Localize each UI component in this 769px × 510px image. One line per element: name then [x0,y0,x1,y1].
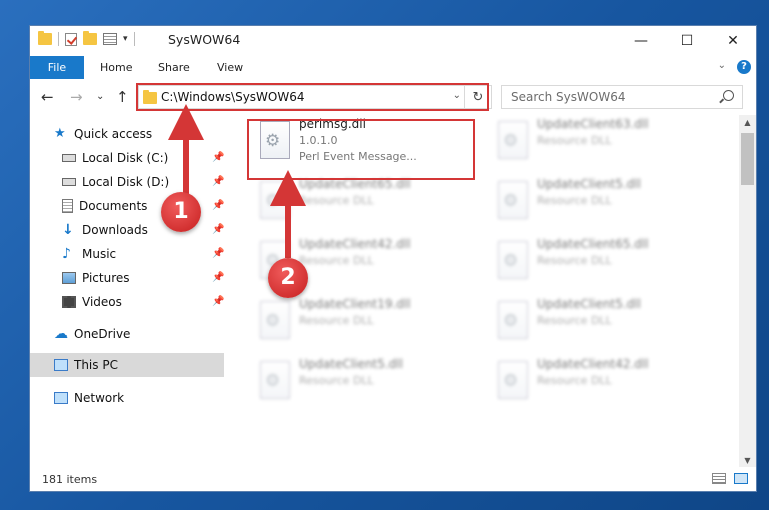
step-2-badge: 2 [268,258,308,298]
step-1-badge: 1 [161,192,201,232]
annotation-arrows [168,104,306,258]
